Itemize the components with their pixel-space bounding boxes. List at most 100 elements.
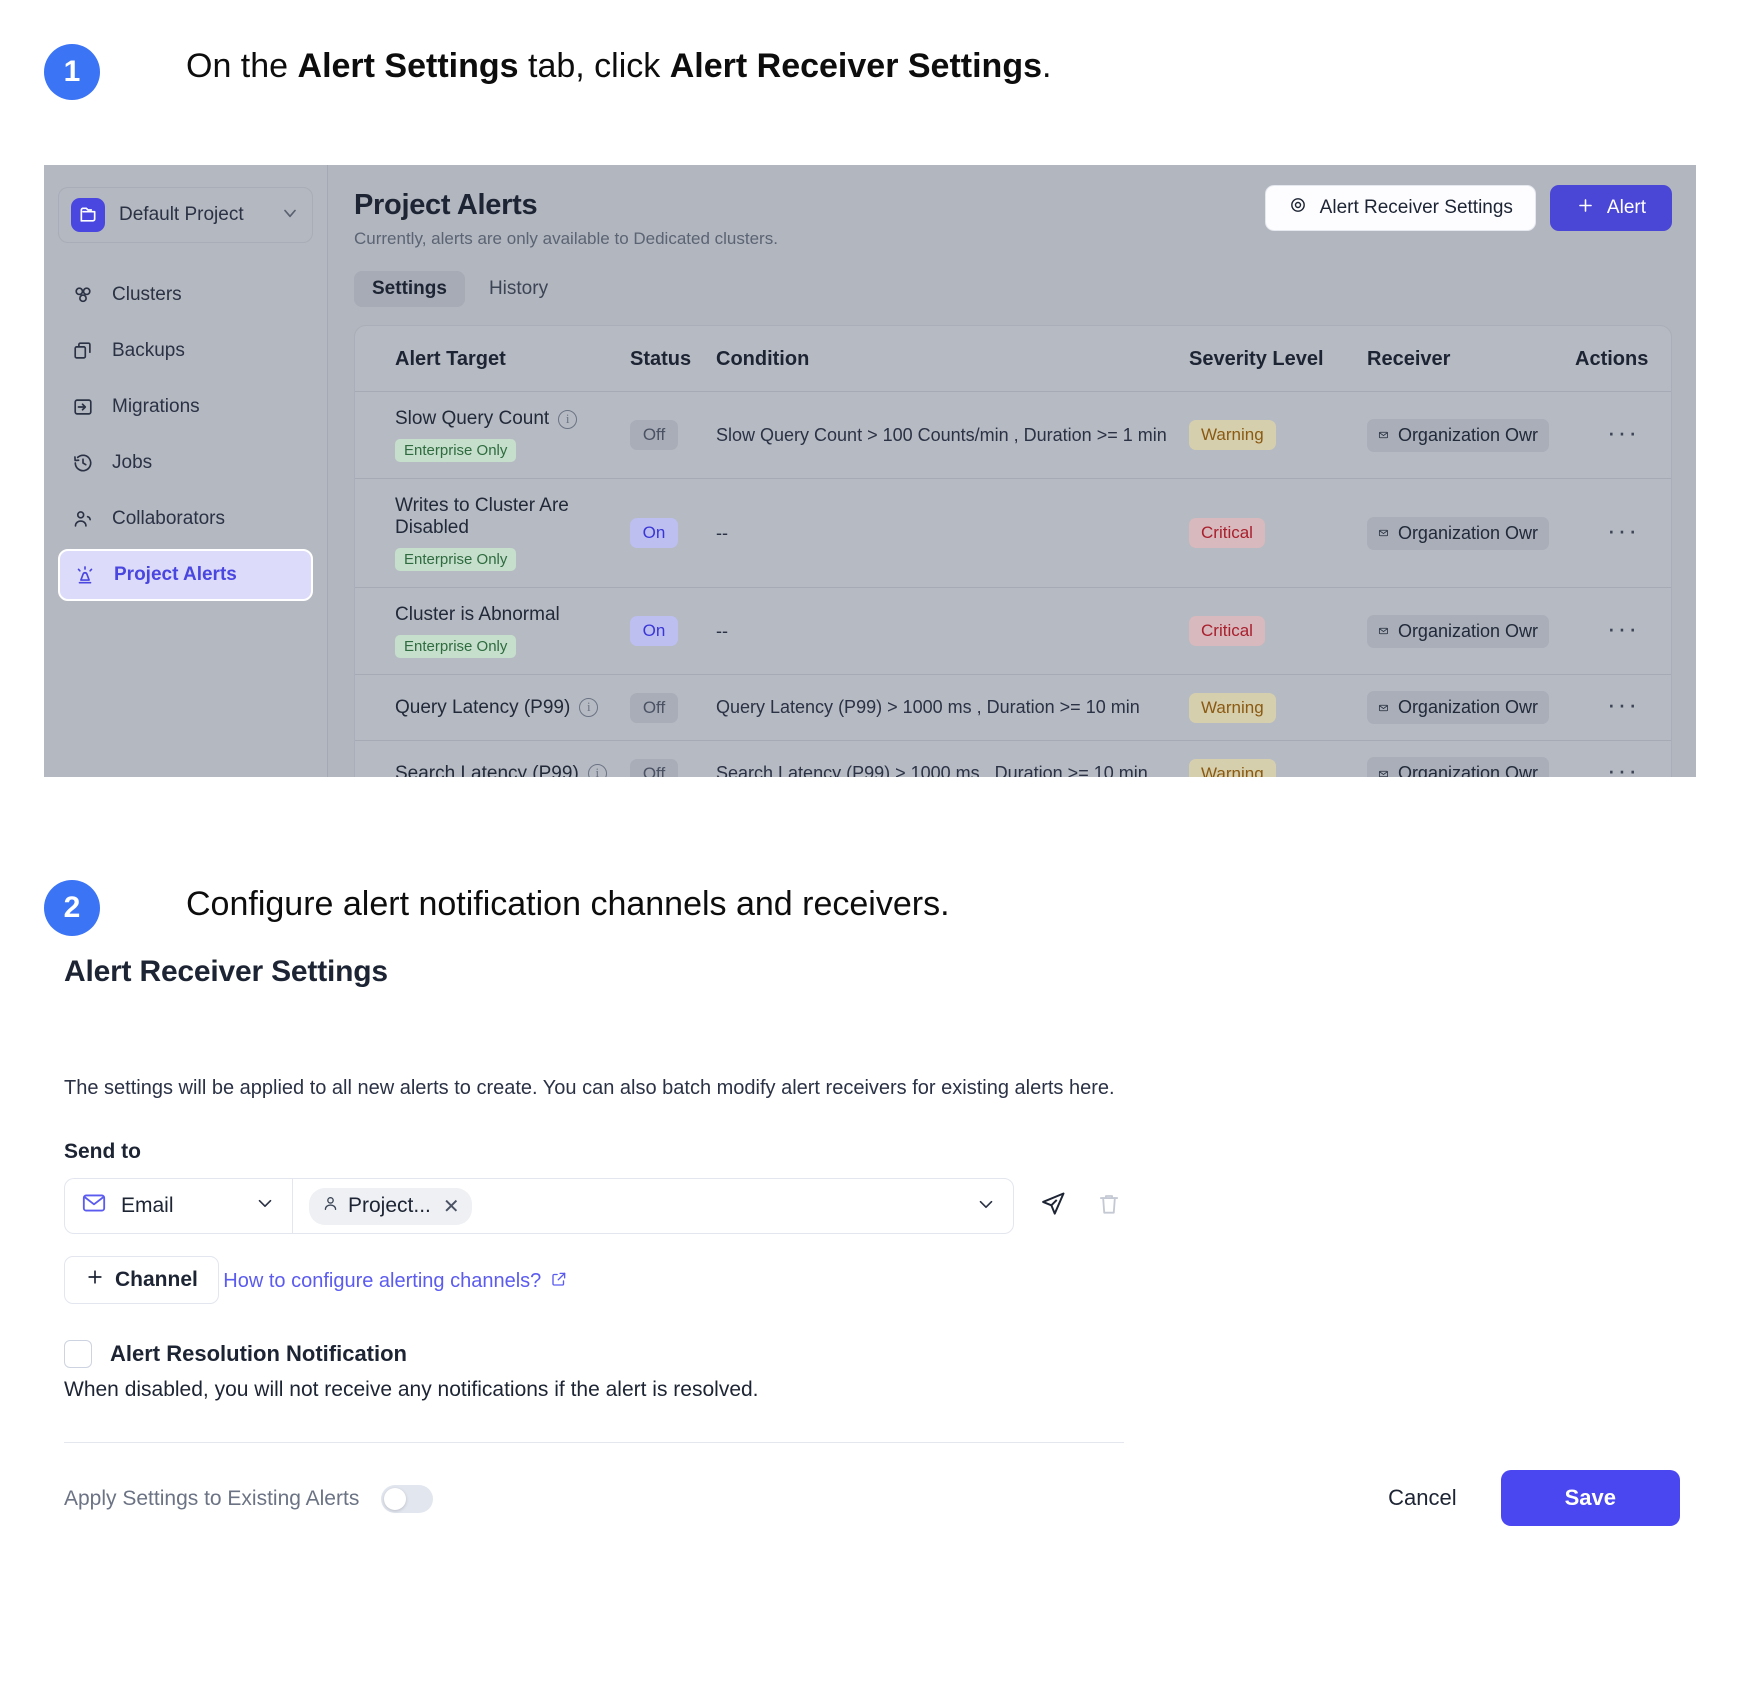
sidebar-item-jobs[interactable]: Jobs: [58, 437, 313, 489]
sidebar: Default Project Clusters Backups Migrati…: [44, 165, 328, 777]
sidebar-item-label: Jobs: [112, 452, 153, 473]
project-selector[interactable]: Default Project: [58, 187, 313, 243]
step-1-text-part-0: On the: [186, 47, 298, 85]
alert-target-name: Query Latency (P99) i: [395, 697, 630, 719]
receiver-badge: Organization Owr: [1367, 614, 1549, 648]
close-icon[interactable]: ✕: [443, 1194, 460, 1219]
users-icon: [72, 508, 94, 530]
tab-history[interactable]: History: [471, 271, 566, 307]
clusters-icon: [72, 284, 94, 306]
cell-condition: --: [716, 587, 1189, 675]
add-alert-label: Alert: [1606, 197, 1646, 218]
cell-status: Off: [630, 674, 716, 741]
alert-target-label: Query Latency (P99): [395, 696, 571, 718]
alert-target-label: Slow Query Count: [395, 408, 550, 429]
save-button[interactable]: Save: [1500, 1470, 1680, 1526]
cell-severity: Critical: [1189, 587, 1367, 675]
toggle-knob: [384, 1488, 407, 1510]
sidebar-item-collaborators[interactable]: Collaborators: [58, 493, 313, 545]
alert-beacon-icon: [74, 564, 96, 586]
send-to-combo: Email Project... ✕: [64, 1178, 1014, 1234]
step-1-text-part-1: Alert Settings: [297, 47, 519, 85]
status-badge[interactable]: Off: [630, 420, 678, 450]
cell-severity: Warning: [1189, 391, 1367, 479]
history-clock-icon: [72, 452, 94, 474]
sidebar-item-clusters[interactable]: Clusters: [58, 269, 313, 321]
table-row: Query Latency (P99) i Off Query Latency (P9…: [355, 674, 1671, 741]
cancel-button[interactable]: Cancel: [1378, 1473, 1466, 1523]
row-actions-button[interactable]: ···: [1607, 613, 1639, 643]
step-1-text-part-2: tab, click: [518, 47, 670, 85]
status-badge[interactable]: Off: [630, 758, 678, 777]
sidebar-item-backups[interactable]: Backups: [58, 325, 313, 377]
add-alert-button[interactable]: Alert: [1549, 185, 1672, 231]
cell-condition: Search Latency (P99) > 1000 ms , Duratio…: [716, 763, 1148, 777]
recipients-select[interactable]: Project... ✕: [292, 1178, 1014, 1234]
info-icon[interactable]: i: [587, 764, 607, 777]
plus-icon: [1576, 196, 1595, 221]
cell-severity: Warning: [1189, 674, 1367, 741]
send-to-label: Send to: [64, 1140, 141, 1163]
receiver-badge: Organization Owr: [1367, 516, 1549, 550]
cell-actions: ···: [1575, 741, 1671, 777]
row-actions-button[interactable]: ···: [1607, 417, 1639, 447]
cell-alert-target: Cluster is Abnormal Enterprise Only: [355, 587, 630, 675]
sidebar-item-project-alerts[interactable]: Project Alerts: [58, 549, 313, 601]
table-row: Cluster is Abnormal Enterprise Only On -- Cr…: [355, 587, 1671, 675]
alerts-table-body: Slow Query Count i Enterprise Only Off Slow …: [355, 391, 1671, 778]
trash-icon: [1096, 1191, 1122, 1222]
column-header-status: Status: [630, 326, 716, 392]
alert-receiver-settings-label: Alert Receiver Settings: [1319, 197, 1513, 218]
tab-settings[interactable]: Settings: [354, 271, 465, 307]
receiver-label: Organization Owr: [1397, 620, 1538, 641]
info-icon[interactable]: i: [558, 409, 578, 429]
status-badge[interactable]: On: [630, 518, 678, 548]
user-icon: [321, 1194, 340, 1219]
send-test-button[interactable]: [1036, 1189, 1070, 1223]
alerts-table: Alert Target Status Condition Severity L…: [355, 326, 1671, 777]
column-header-receiver: Receiver: [1367, 326, 1575, 392]
cell-alert-target: Writes to Cluster Are Disabled Enterprise…: [355, 478, 630, 588]
info-icon[interactable]: i: [579, 698, 599, 717]
delete-channel-button[interactable]: [1092, 1189, 1126, 1223]
chevron-down-icon: [280, 203, 300, 228]
alert-resolution-checkbox[interactable]: [64, 1340, 92, 1368]
column-header-alert-target: Alert Target: [355, 326, 630, 392]
column-header-severity-level: Severity Level: [1189, 326, 1367, 392]
cell-actions: ···: [1575, 478, 1671, 588]
receiver-label: Organization Owr: [1397, 697, 1538, 717]
sidebar-item-label: Project Alerts: [114, 564, 237, 585]
alert-target-label: Search Latency (P99): [395, 762, 579, 778]
table-header-row: Alert Target Status Condition Severity L…: [355, 326, 1671, 392]
cell-alert-target: Slow Query Count i Enterprise Only: [355, 391, 630, 479]
enterprise-only-badge: Enterprise Only: [395, 635, 517, 658]
alert-receiver-settings-button[interactable]: Alert Receiver Settings: [1264, 185, 1536, 231]
gear-target-icon: [1288, 195, 1308, 221]
form-title: Alert Receiver Settings: [64, 955, 388, 988]
add-channel-button[interactable]: Channel: [64, 1256, 219, 1304]
row-actions-button[interactable]: ···: [1607, 515, 1639, 545]
mail-icon: [1378, 529, 1388, 537]
row-actions-button[interactable]: ···: [1607, 689, 1639, 719]
help-link[interactable]: How to configure alerting channels?: [223, 1270, 568, 1294]
status-badge[interactable]: Off: [630, 692, 678, 723]
external-link-icon: [550, 1270, 568, 1294]
status-badge[interactable]: On: [630, 616, 678, 646]
severity-badge: Critical: [1189, 616, 1265, 646]
alert-target-name: Search Latency (P99) i: [395, 762, 630, 778]
cell-actions: ···: [1575, 391, 1671, 479]
step-1-badge: 1: [44, 44, 100, 100]
form-footer: Cancel Save: [800, 1470, 1680, 1526]
sidebar-item-migrations[interactable]: Migrations: [58, 381, 313, 433]
main-content: Project Alerts Currently, alerts are onl…: [328, 165, 1696, 777]
row-actions-button[interactable]: ···: [1607, 755, 1639, 777]
cell-receiver: Organization Owr: [1367, 741, 1575, 777]
alert-resolution-description: When disabled, you will not receive any …: [64, 1378, 759, 1401]
recipient-tag[interactable]: Project... ✕: [309, 1187, 472, 1225]
table-row: Search Latency (P99) i Off Search Latency (…: [355, 741, 1671, 778]
cell-status: On: [630, 587, 716, 675]
cell-receiver: Organization Owr: [1367, 674, 1575, 741]
apply-existing-toggle[interactable]: [381, 1485, 434, 1513]
channel-type-select[interactable]: Email: [64, 1178, 292, 1234]
cell-status: On: [630, 478, 716, 588]
